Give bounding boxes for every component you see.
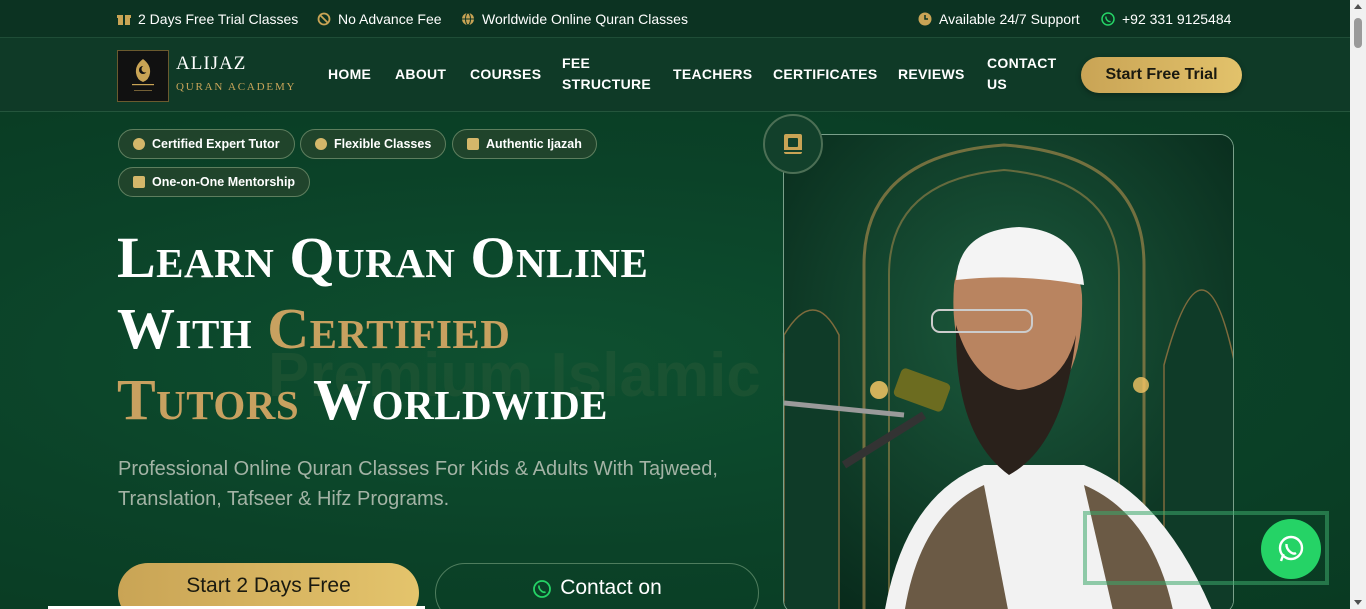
support-text: Available 24/7 Support <box>939 11 1080 27</box>
scroll-up-arrow-icon[interactable] <box>1354 4 1362 9</box>
nav-teachers[interactable]: TEACHERS <box>673 64 752 85</box>
badge-label: Certified Expert Tutor <box>152 137 280 151</box>
nav-fee-line2: STRUCTURE <box>562 76 652 92</box>
badge-authentic-ijazah: Authentic Ijazah <box>452 129 597 159</box>
worldwide-text: Worldwide Online Quran Classes <box>482 11 688 27</box>
nav-contact-line2: US <box>987 76 1008 92</box>
headline-tutors: Tutors <box>117 367 300 432</box>
contact-label: Contact on <box>560 576 662 599</box>
whatsapp-icon <box>533 580 552 598</box>
clock-icon <box>315 138 327 150</box>
whatsapp-icon <box>1278 535 1304 562</box>
start-2-days-free-button[interactable]: Start 2 Days Free <box>118 563 419 609</box>
headline-line1: Learn Quran Online <box>117 225 649 290</box>
hero-description: Professional Online Quran Classes For Ki… <box>118 458 718 510</box>
headline-worldwide: Worldwide <box>313 367 609 432</box>
logo-emblem-icon <box>132 59 154 91</box>
contact-whatsapp-button[interactable]: Contact on <box>435 563 759 609</box>
fee-text: No Advance Fee <box>338 11 442 27</box>
headline-certified: Certified <box>267 296 511 361</box>
fee-info: No Advance Fee <box>317 11 442 27</box>
badge-flexible-classes: Flexible Classes <box>300 129 447 159</box>
brand-tagline: QURAN ACADEMY <box>176 81 297 93</box>
badge-certified-tutor: Certified Expert Tutor <box>118 129 295 159</box>
worldwide-info: Worldwide Online Quran Classes <box>461 11 688 27</box>
nav-about[interactable]: ABOUT <box>395 64 446 85</box>
trial-text: 2 Days Free Trial Classes <box>138 11 299 27</box>
certificate-icon <box>467 138 479 150</box>
book-icon <box>784 134 802 154</box>
logo[interactable] <box>117 50 169 102</box>
quran-badge <box>763 114 823 174</box>
trial-info: 2 Days Free Trial Classes <box>117 11 298 27</box>
headline-with: With <box>117 296 253 361</box>
clock-icon <box>918 12 932 26</box>
nav-courses[interactable]: COURSES <box>470 64 541 85</box>
chalkboard-icon <box>133 176 145 188</box>
brand-name: ALIJAZ <box>176 53 247 74</box>
page-scrollbar[interactable] <box>1350 0 1366 609</box>
phone-link[interactable]: +92 331 9125484 <box>1101 11 1231 27</box>
nav-fee-line1: FEE <box>562 55 591 71</box>
scroll-down-arrow-icon[interactable] <box>1354 600 1362 605</box>
check-icon <box>133 138 145 150</box>
hero-headline: Learn Quran Online With Certified Tutors… <box>117 222 648 435</box>
nav-certificates[interactable]: CERTIFICATES <box>773 64 877 85</box>
headline-line2: With Certified <box>117 293 648 364</box>
start-free-trial-button[interactable]: Start Free Trial <box>1081 57 1242 93</box>
nav-contact-us[interactable]: CONTACT US <box>987 53 1057 95</box>
nav-fee-structure[interactable]: FEE STRUCTURE <box>562 53 651 95</box>
gift-icon <box>117 15 131 25</box>
globe-icon <box>462 12 474 26</box>
nav-home[interactable]: HOME <box>328 64 371 85</box>
whatsapp-float-button[interactable] <box>1261 519 1321 579</box>
headline-line3: Tutors Worldwide <box>117 364 648 435</box>
badge-label: Authentic Ijazah <box>486 137 582 151</box>
nav-reviews[interactable]: REVIEWS <box>898 64 965 85</box>
badge-label: One-on-One Mentorship <box>152 175 296 189</box>
no-fee-icon <box>317 12 331 26</box>
support-info: Available 24/7 Support <box>918 11 1080 27</box>
top-info-bar: 2 Days Free Trial Classes No Advance Fee… <box>0 0 1350 38</box>
whatsapp-icon <box>1101 12 1115 26</box>
hero-section: Premium Islamic B Certified Expert Tutor… <box>0 112 1350 609</box>
badge-label: Flexible Classes <box>334 137 432 151</box>
main-nav: ALIJAZ QURAN ACADEMY HOME ABOUT COURSES … <box>0 38 1350 112</box>
badge-mentorship: One-on-One Mentorship <box>118 167 311 197</box>
phone-text: +92 331 9125484 <box>1122 11 1232 27</box>
scroll-thumb[interactable] <box>1354 18 1362 48</box>
nav-contact-line1: CONTACT <box>987 55 1057 71</box>
